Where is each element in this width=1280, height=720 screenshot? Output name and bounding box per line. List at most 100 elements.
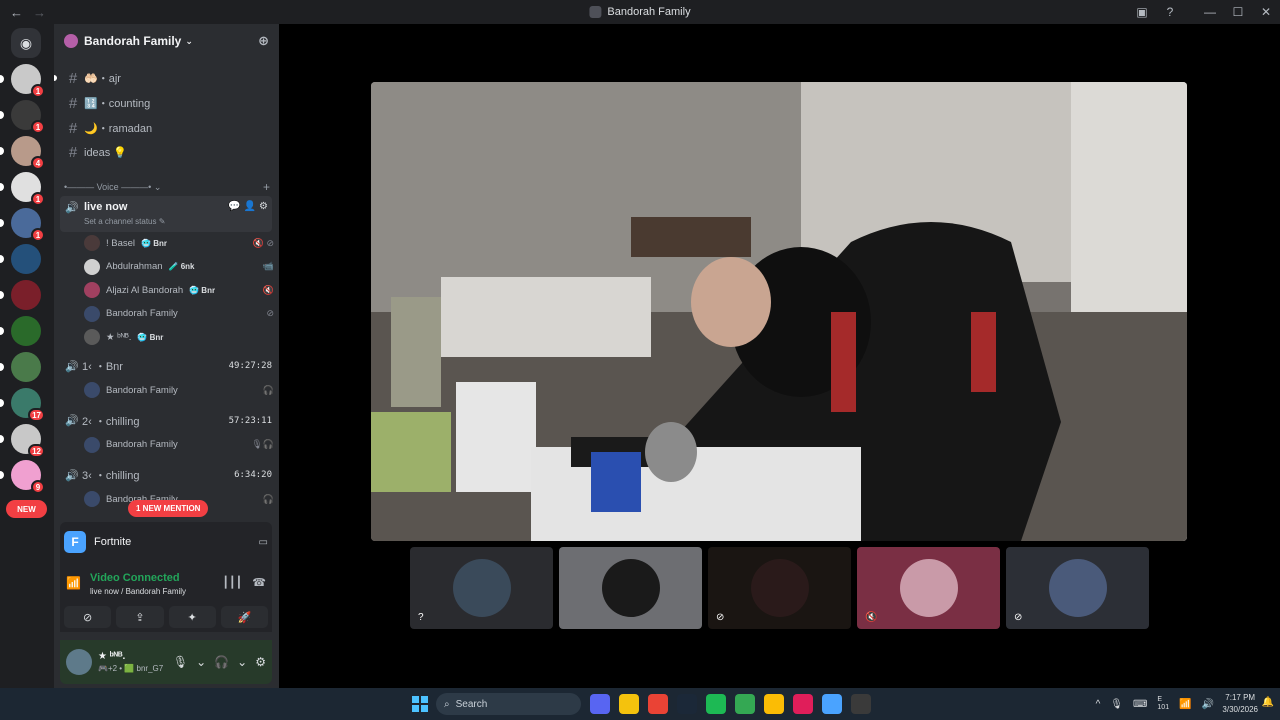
forward-arrow-icon[interactable]: → [33,5,46,20]
pinned-app-icon[interactable] [822,694,842,714]
server-icon[interactable]: 9 [0,460,45,494]
voice-user[interactable]: Abdulrahman 🧪 6nk 📹 [84,257,274,277]
window-title-text: Bandorah Family [607,6,691,18]
mic-tray-icon[interactable]: 🎙 [1110,699,1123,710]
server-icon[interactable]: 1 [0,208,45,242]
pinned-app-icon[interactable] [793,694,813,714]
speaker-icon: 🔊 [65,202,79,214]
pinned-app-icon[interactable] [677,694,697,714]
input-language[interactable]: E 101 [1157,696,1169,712]
server-icon[interactable]: 4 [0,136,45,170]
voice-user[interactable]: Aljazi Al Bandorah 🥶 Bnr 🔇 [84,280,274,300]
windows-start-icon[interactable] [412,696,428,712]
headset-icon[interactable]: 🎧 [214,655,229,669]
user-info[interactable]: ★ ᵇᴺᴮ. 🎮+2 • 🟩 bnr_G7 [98,651,163,673]
disconnect-icon[interactable]: ☎ [252,576,266,589]
clock[interactable]: 7:17 PM 3/30/2026 [1222,692,1258,716]
voice-state-icon: ⊘ [266,308,274,318]
voice-user[interactable]: Bandorah Family ⊘ [84,304,274,324]
server-icon[interactable]: 1 [0,100,45,134]
share-screen-button[interactable]: ⇪ [116,606,164,628]
camera-off-button[interactable]: ⊘ [64,606,112,628]
noise-suppression-icon[interactable]: ┃┃┃ [222,576,242,589]
microphone-icon[interactable]: 🎙 [173,655,188,669]
chat-icon[interactable]: 💬 [228,201,240,212]
connection-location[interactable]: live now / Bandorah Family [90,587,186,596]
server-icon[interactable] [0,280,41,310]
home-button[interactable]: ◉ [11,28,41,58]
add-channel-icon[interactable]: + [263,180,270,194]
channel-ramadan[interactable]: # 🌙・ramadan [62,117,272,139]
server-icon[interactable] [0,316,41,346]
invite-people-icon[interactable]: ⊕ [258,33,269,49]
new-mention-pill[interactable]: 1 NEW MENTION [128,500,209,517]
server-icon[interactable]: 17 [0,388,45,422]
maximize-button[interactable]: ☐ [1224,5,1252,19]
unread-indicator [0,219,4,227]
screen-share-icon[interactable]: ▭ [259,537,268,548]
voice-user[interactable]: ! Basel 🥶 Bnr 🔇 ⊘ [84,233,274,253]
keyboard-icon[interactable]: ⌨ [1133,699,1147,710]
mention-badge: 1 [31,84,45,98]
participant-tile[interactable]: ⊘ [708,547,851,629]
guild-icon [64,34,78,48]
guild-header[interactable]: Bandorah Family ⌄ ⊕ [54,24,279,58]
back-arrow-icon[interactable]: ← [10,5,23,20]
pinned-app-icon[interactable] [851,694,871,714]
voice-channel[interactable]: 🔊 2‹ ・chilling 57:23:11 [62,411,272,431]
server-icon[interactable] [0,352,41,382]
participant-tile[interactable]: ? [410,547,553,629]
server-icon[interactable]: 1 [0,64,45,98]
main-video-stream[interactable] [371,82,1187,541]
participant-tile[interactable] [559,547,702,629]
server-icon[interactable] [0,244,41,274]
avatar [84,258,100,275]
inbox-icon[interactable]: ▣ [1128,5,1156,19]
voice-category[interactable]: •——— Voice ———• ⌄ + [64,180,270,194]
voice-channel[interactable]: 🔊 1‹ ・Bnr 49:27:28 [62,356,272,376]
notification-bell-icon[interactable]: 🔔 [1262,697,1274,708]
pinned-app-icon[interactable] [590,694,610,714]
voice-state-icon: 🎧 [262,493,274,504]
connection-label[interactable]: Video Connected [90,572,180,584]
activities-button[interactable]: ✦ [168,606,216,628]
help-icon[interactable]: ? [1156,5,1184,19]
close-button[interactable]: ✕ [1252,5,1280,19]
participant-tile[interactable]: ⊘ [1006,547,1149,629]
channel-ajr[interactable]: # 🤲🏻・ajr [54,67,272,89]
pinned-app-icon[interactable] [648,694,668,714]
server-icon[interactable]: 12 [0,424,45,458]
invite-icon[interactable]: 👤 [244,201,256,212]
voice-channel[interactable]: 🔊 3‹ ・chilling 6:34:20 [62,465,272,485]
participant-tile[interactable]: 🔇 [857,547,1000,629]
taskbar-search[interactable]: ⌕ Search [436,693,581,715]
avatar[interactable] [66,649,92,675]
chevron-down-icon[interactable]: ⌄ [196,655,206,669]
new-unreads-pill[interactable]: NEW [6,500,47,518]
channel-counting[interactable]: # 🔢・counting [62,92,272,114]
signal-icon[interactable]: 📶 [66,576,81,590]
show-hidden-icons[interactable]: ^ [1096,699,1101,710]
channel-ideas[interactable]: # ideas 💡 [62,141,272,163]
pinned-app-icon[interactable] [764,694,784,714]
voice-user[interactable]: ★ ᵇᴺᴮ. 🥶 Bnr [84,327,274,347]
server-icon[interactable]: 1 [0,172,45,206]
volume-icon[interactable]: 🔊 [1202,699,1214,710]
chevron-down-icon[interactable]: ⌄ [237,655,247,669]
activity-row[interactable]: F Fortnite ▭ [64,528,268,556]
pinned-app-icon[interactable] [619,694,639,714]
wifi-icon[interactable]: 📶 [1179,699,1191,710]
category-label: •——— Voice ———• ⌄ [64,181,162,192]
minimize-button[interactable]: — [1196,5,1224,19]
user-settings-icon[interactable]: ⚙ [255,655,266,669]
pinned-app-icon[interactable] [735,694,755,714]
voice-user[interactable]: Bandorah Family 🎙🎧 [84,435,274,455]
voice-user[interactable]: Bandorah Family 🎧 [84,380,274,400]
mention-badge: 17 [28,408,45,422]
soundboard-button[interactable]: 🚀 [220,606,268,628]
set-channel-status[interactable]: Set a channel status ✎ [84,217,165,226]
settings-gear-icon[interactable]: ⚙ [259,201,268,212]
active-voice-channel[interactable]: 🔊 live now Set a channel status ✎ 💬 👤 ⚙ [60,196,272,232]
pinned-app-icon[interactable] [706,694,726,714]
user-name: ★ ᵇᴺᴮ. [98,651,126,662]
